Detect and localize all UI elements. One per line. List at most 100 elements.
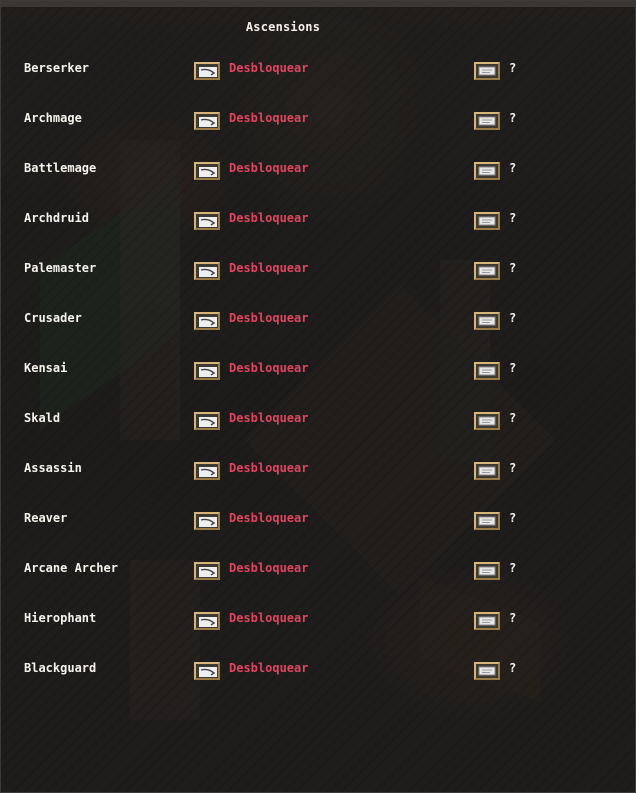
unlock-button[interactable]	[194, 562, 220, 580]
unlock-label[interactable]: Desbloquear	[229, 109, 308, 127]
unlock-label[interactable]: Desbloquear	[229, 59, 308, 77]
paper-icon	[478, 666, 496, 676]
unlock-label[interactable]: Desbloquear	[229, 659, 308, 677]
scroll-arrow-icon	[199, 367, 217, 377]
paper-icon	[478, 566, 496, 576]
paper-icon	[478, 116, 496, 126]
unlock-button[interactable]	[194, 612, 220, 630]
unlock-button[interactable]	[194, 362, 220, 380]
info-button[interactable]	[474, 212, 500, 230]
unlock-label[interactable]: Desbloquear	[229, 559, 308, 577]
unlock-label[interactable]: Desbloquear	[229, 309, 308, 327]
unlock-label[interactable]: Desbloquear	[229, 209, 308, 227]
unlock-button[interactable]	[194, 112, 220, 130]
paper-icon	[478, 416, 496, 426]
info-question-mark: ?	[509, 661, 517, 675]
ascension-row: Arcane Archer Desbloquear?	[1, 559, 636, 583]
ascension-class-name: Archmage	[24, 111, 82, 125]
info-question-mark: ?	[509, 211, 517, 225]
ascension-row: Palemaster Desbloquear?	[1, 259, 636, 283]
info-button[interactable]	[474, 562, 500, 580]
unlock-button[interactable]	[194, 162, 220, 180]
info-question-mark: ?	[509, 361, 517, 375]
scroll-arrow-icon	[199, 567, 217, 577]
info-question-mark: ?	[509, 411, 517, 425]
paper-icon	[478, 366, 496, 376]
info-button[interactable]	[474, 412, 500, 430]
info-question-mark: ?	[509, 311, 517, 325]
info-button[interactable]	[474, 662, 500, 680]
ascension-class-name: Kensai	[24, 361, 68, 375]
unlock-button[interactable]	[194, 212, 220, 230]
ascension-row: Archdruid Desbloquear?	[1, 209, 636, 233]
unlock-button[interactable]	[194, 312, 220, 330]
info-question-mark: ?	[509, 161, 517, 175]
info-button[interactable]	[474, 512, 500, 530]
ascension-class-name: Archdruid	[24, 211, 90, 225]
info-question-mark: ?	[509, 611, 517, 625]
paper-icon	[478, 166, 496, 176]
unlock-button[interactable]	[194, 412, 220, 430]
info-button[interactable]	[474, 112, 500, 130]
scroll-arrow-icon	[199, 167, 217, 177]
scroll-arrow-icon	[199, 517, 217, 527]
ascension-row: Blackguard Desbloquear?	[1, 659, 636, 683]
info-button[interactable]	[474, 612, 500, 630]
unlock-label[interactable]: Desbloquear	[229, 259, 308, 277]
unlock-button[interactable]	[194, 262, 220, 280]
paper-icon	[478, 316, 496, 326]
info-button[interactable]	[474, 162, 500, 180]
unlock-button[interactable]	[194, 462, 220, 480]
scroll-arrow-icon	[199, 417, 217, 427]
scroll-arrow-icon	[199, 217, 217, 227]
info-question-mark: ?	[509, 111, 517, 125]
ascension-class-name: Skald	[24, 411, 61, 425]
info-question-mark: ?	[509, 511, 517, 525]
ascension-class-name: Reaver	[24, 511, 68, 525]
unlock-label[interactable]: Desbloquear	[229, 459, 308, 477]
ascension-row: Hierophant Desbloquear?	[1, 609, 636, 633]
scroll-arrow-icon	[199, 117, 217, 127]
scroll-arrow-icon	[199, 467, 217, 477]
ascension-class-name: Berserker	[24, 61, 90, 75]
paper-icon	[478, 616, 496, 626]
info-button[interactable]	[474, 362, 500, 380]
info-button[interactable]	[474, 312, 500, 330]
ascension-row: Archmage Desbloquear?	[1, 109, 636, 133]
ascension-class-name: Hierophant	[24, 611, 97, 625]
ascension-row: Kensai Desbloquear?	[1, 359, 636, 383]
scroll-arrow-icon	[199, 317, 217, 327]
info-question-mark: ?	[509, 61, 517, 75]
scroll-arrow-icon	[199, 617, 217, 627]
unlock-label[interactable]: Desbloquear	[229, 359, 308, 377]
info-button[interactable]	[474, 62, 500, 80]
gump-title: Ascensions	[245, 20, 321, 34]
info-button[interactable]	[474, 462, 500, 480]
ascension-class-name: Palemaster	[24, 261, 97, 275]
unlock-label[interactable]: Desbloquear	[229, 609, 308, 627]
info-question-mark: ?	[509, 561, 517, 575]
gump-title-bar[interactable]	[1, 1, 636, 7]
ascension-row: Assassin Desbloquear?	[1, 459, 636, 483]
ascensions-gump[interactable]: Ascensions Berserker Desbloquear? Archmage…	[0, 0, 636, 793]
ascension-row: Reaver Desbloquear?	[1, 509, 636, 533]
scroll-arrow-icon	[199, 67, 217, 77]
unlock-label[interactable]: Desbloquear	[229, 159, 308, 177]
ascension-row: Crusader Desbloquear?	[1, 309, 636, 333]
scroll-arrow-icon	[199, 667, 217, 677]
paper-icon	[478, 266, 496, 276]
paper-icon	[478, 516, 496, 526]
unlock-button[interactable]	[194, 62, 220, 80]
info-question-mark: ?	[509, 461, 517, 475]
unlock-label[interactable]: Desbloquear	[229, 409, 308, 427]
info-question-mark: ?	[509, 261, 517, 275]
paper-icon	[478, 216, 496, 226]
unlock-label[interactable]: Desbloquear	[229, 509, 308, 527]
ascension-row: Skald Desbloquear?	[1, 409, 636, 433]
ascension-class-name: Assassin	[24, 461, 82, 475]
info-button[interactable]	[474, 262, 500, 280]
unlock-button[interactable]	[194, 662, 220, 680]
paper-icon	[478, 466, 496, 476]
unlock-button[interactable]	[194, 512, 220, 530]
ascension-class-name: Crusader	[24, 311, 82, 325]
